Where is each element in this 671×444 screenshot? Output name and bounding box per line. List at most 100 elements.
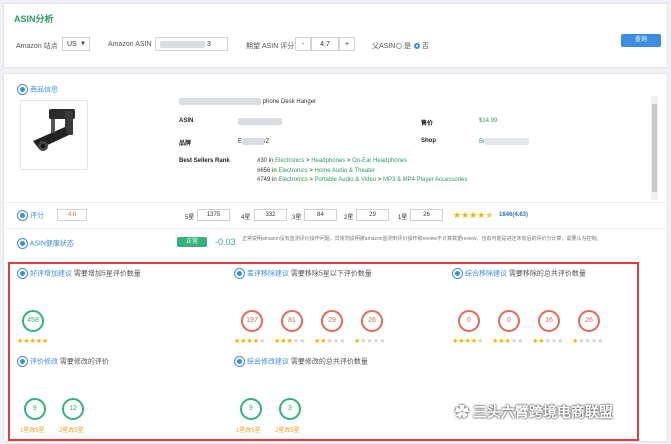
combined-edit-1to5-label: 1星改5星 — [236, 428, 261, 434]
review-edit-1to5: 9 — [24, 398, 46, 420]
bsr-link[interactable]: MP3 & MP4 Player Accessories — [383, 177, 467, 183]
rating-value: 4.6 — [57, 209, 87, 221]
product-info-header: 商品信息 — [17, 84, 58, 95]
star1-label: 1星 — [398, 215, 408, 221]
rating-minus-button[interactable]: - — [295, 37, 311, 51]
combined-remove-1star: 26 — [578, 310, 600, 332]
bsr-link[interactable]: Electronics — [278, 177, 307, 183]
is-asin-label: 父ASIN — [372, 43, 396, 50]
rating-header: 评分 — [17, 210, 44, 221]
four-stars: ★★★★★ — [452, 338, 484, 345]
pulse-icon — [17, 238, 28, 249]
price-label: 售价 — [421, 121, 434, 127]
one-star: ★★★★★ — [572, 338, 604, 345]
price-value: $14.99 — [479, 118, 498, 124]
dots-icon — [17, 84, 28, 95]
two-stars: ★★★★★ — [532, 338, 564, 345]
one-star: ★★★★★ — [354, 338, 386, 345]
combined-edit-header: 综合修改建议 需要修改的总共评价数量 — [234, 356, 368, 367]
brand-blurred — [242, 138, 265, 145]
bsr-row-3: #749 in Electronics > Portable Audio & V… — [257, 177, 468, 183]
radio-no[interactable]: 否 — [414, 41, 429, 51]
star1-count: 26 — [410, 209, 443, 221]
star-icon — [17, 210, 28, 221]
brand-label: 品牌 — [179, 141, 192, 147]
rating-delta: -0.03 — [215, 237, 236, 247]
divider — [6, 202, 665, 203]
amazon-site-value: US — [67, 41, 77, 48]
good-add-header: 好评增加建议 需要增加5星评价数量 — [17, 268, 141, 279]
product-scrollbar[interactable] — [651, 96, 658, 200]
bsr-link[interactable]: Electronics — [278, 168, 307, 174]
amazon-asin-input[interactable]: 3 — [155, 37, 228, 51]
bsr-link[interactable]: Electronics — [275, 158, 304, 164]
product-name: phone Desk Hanger — [179, 98, 316, 105]
refresh-icon — [234, 356, 245, 367]
bsr-link[interactable]: Headphones — [311, 158, 345, 164]
shop-value[interactable]: Br — [479, 138, 529, 145]
combined-remove-3star: 0 — [498, 310, 520, 332]
good-add-desc: 需要增加5星评价数量 — [73, 270, 141, 278]
star5-count: 1375 — [197, 209, 230, 221]
brand-suffix: /Z — [264, 139, 270, 146]
good-add-title: 好评增加建议 — [29, 270, 72, 278]
star4-label: 4星 — [241, 215, 251, 221]
rating-plus-button[interactable]: + — [339, 37, 355, 51]
star2-label: 2星 — [344, 215, 354, 221]
product-image — [20, 100, 88, 170]
star4-count: 332 — [254, 209, 287, 221]
amazon-site-label: Amazon 站点 — [16, 43, 58, 50]
combined-remove-4star: 0 — [458, 310, 480, 332]
bad-remove-1star: 26 — [361, 310, 383, 332]
combined-remove-desc: 需要移除的总共评价数量 — [508, 270, 586, 278]
star3-label: 3星 — [292, 215, 302, 221]
radio-yes-circle[interactable] — [396, 43, 402, 50]
star3-count: 84 — [304, 209, 337, 221]
bsr-row-2: #656 in Electronics > Home Audio & Theat… — [257, 168, 376, 174]
query-button[interactable]: 查询 — [621, 34, 661, 47]
expected-rating-label: 期望 ASIN 评分 — [246, 43, 295, 50]
bad-remove-title: 差评移除建议 — [246, 270, 289, 278]
product-name-blurred — [179, 98, 261, 105]
asin-label: ASIN — [179, 118, 194, 124]
combined-edit-1to5: 9 — [240, 398, 262, 420]
bsr-label: Best Sellers Rank — [179, 158, 230, 164]
asin-search-panel: ASIN分析 Amazon 站点 US ▼ Amazon ASIN 3 期望 A… — [3, 3, 668, 68]
combined-edit-desc: 需要修改的总共评价数量 — [290, 358, 368, 366]
expected-rating-input[interactable]: 4.7 — [311, 37, 339, 51]
radio-yes[interactable]: 是 — [396, 41, 411, 51]
divider — [6, 228, 665, 229]
bsr-link[interactable]: Portable Audio & Video — [315, 177, 377, 183]
bsr-link[interactable]: On-Ear Headphones — [352, 158, 407, 164]
headphone-hanger-icon — [33, 109, 75, 151]
radio-no-circle[interactable] — [414, 43, 420, 50]
review-edit-1to5-label: 1星改5星 — [20, 428, 45, 434]
product-name-text: phone Desk Hanger — [262, 99, 317, 106]
amazon-site-select[interactable]: US ▼ — [62, 37, 90, 51]
status-badge: 正常 — [177, 237, 207, 247]
refresh-icon — [452, 268, 463, 279]
bsr-rank: #30 in — [257, 158, 274, 164]
bad-remove-3star: 81 — [281, 310, 303, 332]
three-stars: ★★★★★ — [492, 338, 524, 345]
five-stars: ★★★★★ — [17, 338, 49, 345]
bsr-link[interactable]: Home Audio & Theater — [315, 168, 376, 174]
bsr-rank: #656 in — [257, 168, 277, 174]
review-edit-title: 评价修改 — [29, 358, 58, 366]
star5-label: 5星 — [185, 215, 195, 221]
review-edit-header: 评价修改 需要修改的评价 — [17, 356, 109, 367]
amazon-asin-label: Amazon ASIN — [108, 41, 152, 48]
bsr-rank: #749 in — [257, 177, 277, 183]
refresh-icon — [234, 268, 245, 279]
health-note: 正常说明amazon没有监测评价操作问题，异常则说明被amazon监测到评价操作… — [242, 236, 602, 242]
bad-remove-2star: 29 — [321, 310, 343, 332]
radio-yes-label: 是 — [403, 43, 411, 50]
health-label: ASIN健康状态 — [29, 240, 74, 248]
review-edit-2to5: 12 — [62, 398, 84, 420]
combined-remove-header: 综合移除建议 需要移除的总共评价数量 — [452, 268, 586, 279]
radio-no-label: 否 — [421, 43, 429, 50]
four-stars: ★★★★★ — [234, 338, 266, 345]
scrollbar-thumb[interactable] — [652, 104, 657, 192]
combined-remove-title: 综合移除建议 — [464, 270, 507, 278]
combined-edit-2to5: 3 — [279, 398, 301, 420]
